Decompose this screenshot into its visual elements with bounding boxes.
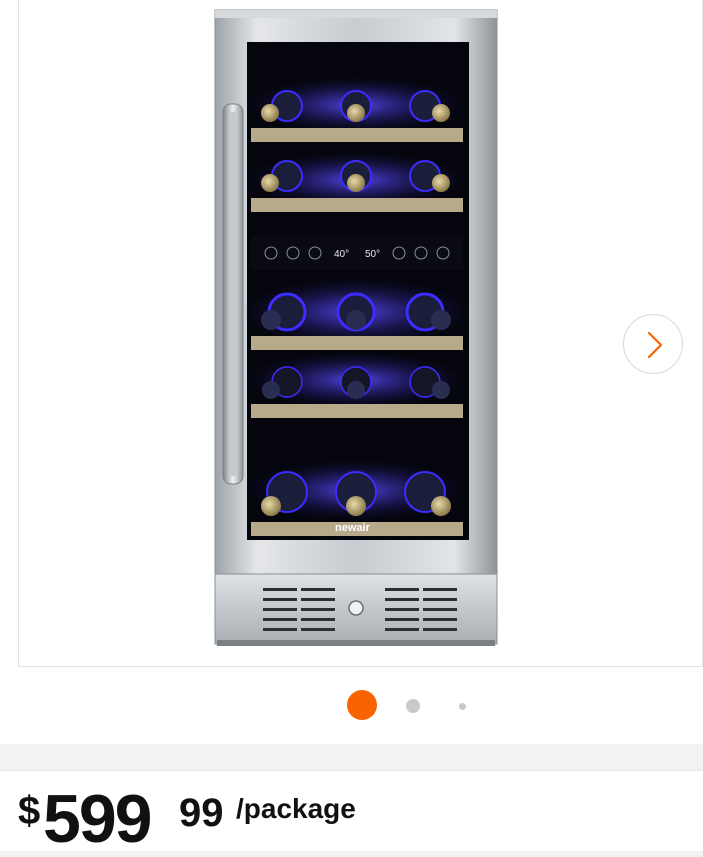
wine-cooler-image: 40° 50° newair (214, 9, 498, 646)
product-image-card[interactable]: 40° 50° newair (18, 0, 703, 667)
left-temp-display: 40° (334, 249, 349, 260)
price-unit: /package (236, 793, 356, 824)
right-temp-display: 50° (365, 249, 380, 260)
carousel-dot-3[interactable] (459, 703, 466, 710)
next-image-button[interactable] (623, 314, 683, 374)
image-gallery: 40° 50° newair (0, 0, 703, 744)
price-cents: 99 (179, 791, 224, 835)
chevron-right-icon (647, 331, 663, 359)
price-section: $ 599 99 /package (0, 770, 703, 857)
brand-logo: newair (335, 522, 371, 534)
carousel-dot-2[interactable] (406, 699, 420, 713)
carousel-dot-1[interactable] (347, 690, 377, 720)
price-dollars: 599 (43, 781, 152, 857)
price-currency: $ (18, 789, 41, 833)
